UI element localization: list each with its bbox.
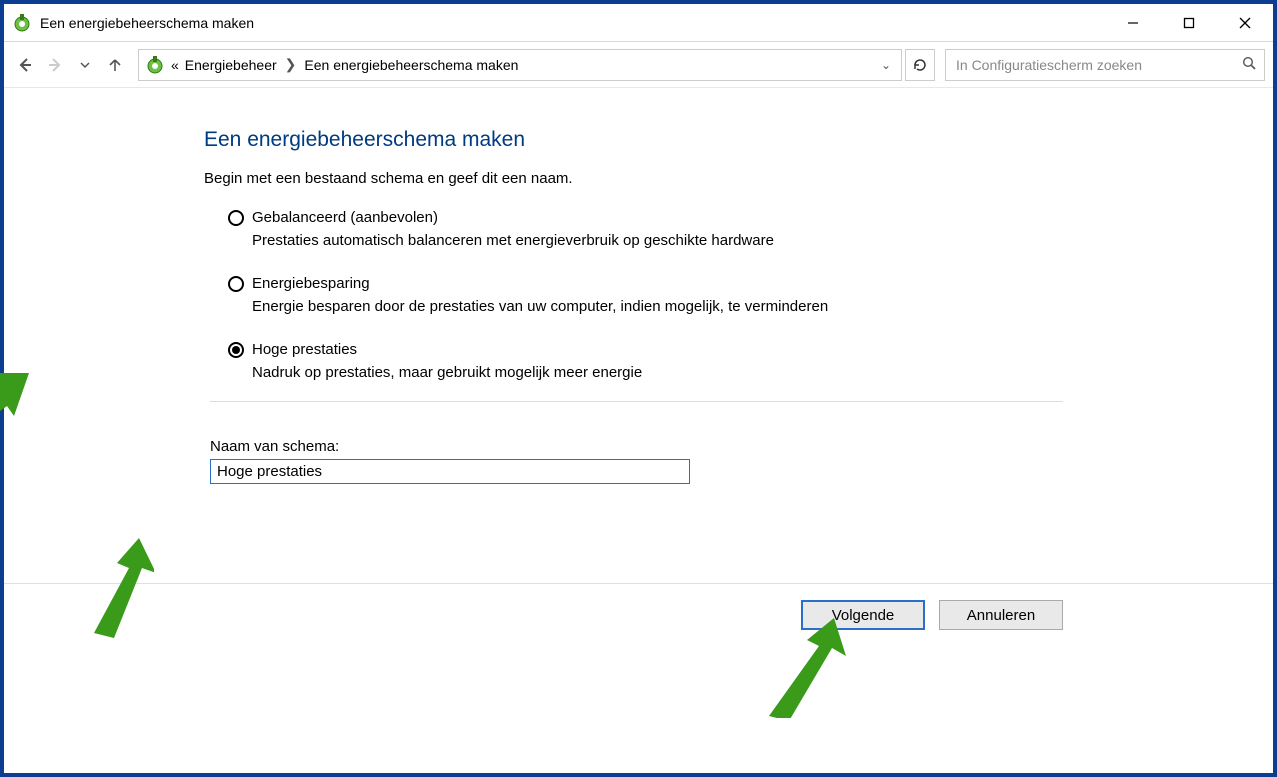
plan-powersaver-radio[interactable] <box>228 276 244 292</box>
plan-highperf: Hoge prestaties Nadruk op prestaties, ma… <box>228 341 1273 381</box>
page-subtitle: Begin met een bestaand schema en geef di… <box>204 170 1273 187</box>
plan-name-section: Naam van schema: <box>210 438 1273 484</box>
power-plan-icon <box>12 13 32 33</box>
plan-balanced-radio[interactable] <box>228 210 244 226</box>
plan-highperf-label: Hoge prestaties <box>252 341 357 358</box>
plan-name-label: Naam van schema: <box>210 438 1273 455</box>
breadcrumb-ellipsis[interactable]: « <box>171 57 179 73</box>
cancel-button[interactable]: Annuleren <box>939 600 1063 630</box>
recent-dropdown[interactable] <box>72 52 98 78</box>
window-title: Een energiebeheerschema maken <box>40 15 1105 31</box>
plan-highperf-radio[interactable] <box>228 342 244 358</box>
window-frame: Een energiebeheerschema maken <box>0 0 1277 777</box>
breadcrumb-item-energiebeheer[interactable]: Energiebeheer <box>185 57 277 73</box>
page-title: Een energiebeheerschema maken <box>204 128 1273 152</box>
footer: Volgende Annuleren <box>4 583 1273 773</box>
forward-button[interactable] <box>42 52 68 78</box>
plan-powersaver: Energiebesparing Energie besparen door d… <box>228 275 1273 315</box>
next-button[interactable]: Volgende <box>801 600 925 630</box>
plan-highperf-desc: Nadruk op prestaties, maar gebruikt moge… <box>252 364 1273 381</box>
up-button[interactable] <box>102 52 128 78</box>
close-button[interactable] <box>1217 4 1273 41</box>
navbar: « Energiebeheer ❯ Een energiebeheerschem… <box>4 42 1273 88</box>
search-input[interactable] <box>954 56 1234 74</box>
address-bar[interactable]: « Energiebeheer ❯ Een energiebeheerschem… <box>138 49 902 81</box>
plan-balanced-desc: Prestaties automatisch balanceren met en… <box>252 232 1273 249</box>
content-area: Een energiebeheerschema maken Begin met … <box>4 88 1273 583</box>
search-box[interactable] <box>945 49 1265 81</box>
annotation-arrow <box>764 618 854 718</box>
address-dropdown-icon[interactable]: ⌄ <box>877 58 895 72</box>
plan-powersaver-desc: Energie besparen door de prestaties van … <box>252 298 1273 315</box>
plan-radio-group: Gebalanceerd (aanbevolen) Prestaties aut… <box>228 209 1273 381</box>
control-panel-icon <box>145 55 165 75</box>
refresh-button[interactable] <box>905 49 935 81</box>
window-controls <box>1105 4 1273 41</box>
chevron-right-icon: ❯ <box>283 56 299 73</box>
search-icon <box>1242 56 1256 74</box>
plan-balanced-label: Gebalanceerd (aanbevolen) <box>252 209 438 226</box>
titlebar: Een energiebeheerschema maken <box>4 4 1273 42</box>
plan-name-input[interactable] <box>210 459 690 484</box>
breadcrumb-item-current[interactable]: Een energiebeheerschema maken <box>304 57 518 73</box>
plan-powersaver-label: Energiebesparing <box>252 275 370 292</box>
back-button[interactable] <box>12 52 38 78</box>
minimize-button[interactable] <box>1105 4 1161 41</box>
plan-balanced: Gebalanceerd (aanbevolen) Prestaties aut… <box>228 209 1273 249</box>
separator <box>210 401 1063 402</box>
maximize-button[interactable] <box>1161 4 1217 41</box>
annotation-arrow <box>0 368 34 438</box>
